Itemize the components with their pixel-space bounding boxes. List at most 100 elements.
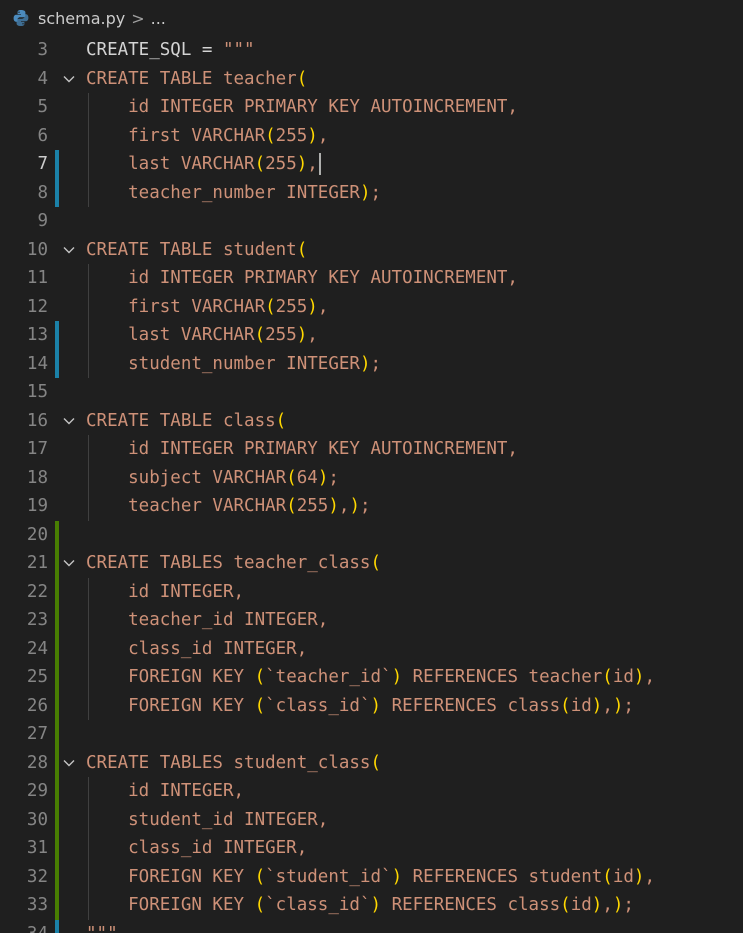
line-code: subject VARCHAR(64);	[86, 467, 339, 488]
line-code: FOREIGN KEY (`student_id`) REFERENCES st…	[86, 866, 656, 887]
breadcrumb-separator: >	[131, 8, 145, 28]
line-code: CREATE TABLES student_class(	[86, 752, 382, 773]
line-number: 24	[26, 638, 48, 659]
breadcrumb-file[interactable]: schema.py	[38, 9, 125, 28]
code-line[interactable]: 34 """	[0, 919, 743, 933]
added-line-marker[interactable]	[55, 634, 59, 663]
code-line[interactable]: 25 FOREIGN KEY (`teacher_id`) REFERENCES…	[0, 663, 743, 692]
line-number: 29	[26, 781, 48, 801]
code-line[interactable]: 20	[0, 520, 743, 549]
code-line[interactable]: 5 id INTEGER PRIMARY KEY AUTOINCREMENT,	[0, 93, 743, 122]
line-code: teacher_number INTEGER);	[86, 182, 382, 203]
line-number: 19	[26, 496, 48, 516]
line-number: 12	[26, 296, 48, 317]
line-code: id INTEGER,	[86, 581, 245, 602]
code-line[interactable]: 29 id INTEGER,	[0, 777, 743, 806]
code-line[interactable]: 3 CREATE_SQL = """	[0, 36, 743, 65]
code-line[interactable]: 9	[0, 207, 743, 236]
chevron-down-icon[interactable]	[61, 549, 77, 578]
code-line[interactable]: 17 id INTEGER PRIMARY KEY AUTOINCREMENT,	[0, 435, 743, 464]
added-line-marker[interactable]	[55, 691, 59, 720]
line-number: 16	[26, 410, 48, 431]
added-line-marker[interactable]	[55, 834, 59, 863]
code-line[interactable]: 10 CREATE TABLE student(	[0, 236, 743, 265]
line-code: FOREIGN KEY (`class_id`) REFERENCES clas…	[86, 695, 634, 716]
line-number: 33	[26, 895, 48, 915]
line-code: class_id INTEGER,	[86, 838, 308, 858]
code-line[interactable]: 23 teacher_id INTEGER,	[0, 606, 743, 635]
code-line[interactable]: 33 FOREIGN KEY (`class_id`) REFERENCES c…	[0, 891, 743, 920]
code-line[interactable]: 16 CREATE TABLE class(	[0, 407, 743, 436]
code-line[interactable]: 13 last VARCHAR(255),	[0, 321, 743, 350]
line-code: CREATE TABLE student(	[86, 239, 308, 260]
code-line[interactable]: 32 FOREIGN KEY (`student_id`) REFERENCES…	[0, 862, 743, 891]
code-line[interactable]: 8 teacher_number INTEGER);	[0, 178, 743, 207]
line-number: 21	[26, 553, 48, 573]
line-code: first VARCHAR(255),	[86, 296, 329, 317]
code-line[interactable]: 4 CREATE TABLE teacher(	[0, 65, 743, 94]
line-number: 26	[26, 695, 48, 716]
chevron-down-icon[interactable]	[61, 749, 77, 778]
modified-line-marker[interactable]	[55, 178, 59, 207]
line-code: id INTEGER PRIMARY KEY AUTOINCREMENT,	[86, 97, 518, 117]
added-line-marker[interactable]	[55, 805, 59, 834]
line-code: CREATE TABLE class(	[86, 410, 287, 431]
line-code: last VARCHAR(255),	[86, 150, 321, 179]
line-code: CREATE TABLE teacher(	[86, 68, 308, 89]
line-code: student_id INTEGER,	[86, 809, 329, 830]
modified-line-marker[interactable]	[55, 919, 59, 933]
added-line-marker[interactable]	[55, 663, 59, 692]
code-line[interactable]: 12 first VARCHAR(255),	[0, 292, 743, 321]
added-line-marker[interactable]	[55, 606, 59, 635]
code-line[interactable]: 28 CREATE TABLES student_class(	[0, 748, 743, 778]
code-line[interactable]: 11 id INTEGER PRIMARY KEY AUTOINCREMENT,	[0, 264, 743, 293]
added-line-marker[interactable]	[55, 748, 59, 777]
code-line[interactable]: 26 FOREIGN KEY (`class_id`) REFERENCES c…	[0, 691, 743, 720]
added-line-marker[interactable]	[55, 549, 59, 578]
line-number: 11	[26, 268, 48, 288]
line-number: 32	[26, 866, 48, 887]
added-line-marker[interactable]	[55, 777, 59, 806]
code-line[interactable]: 18 subject VARCHAR(64);	[0, 463, 743, 492]
chevron-down-icon[interactable]	[61, 65, 77, 94]
line-number: 7	[37, 154, 48, 174]
line-number: 17	[26, 439, 48, 459]
breadcrumb-more[interactable]: ...	[151, 9, 166, 28]
line-code: first VARCHAR(255),	[86, 125, 329, 146]
code-line[interactable]: 15	[0, 378, 743, 407]
code-line[interactable]: 6 first VARCHAR(255),	[0, 121, 743, 150]
modified-line-marker[interactable]	[55, 150, 59, 179]
code-line[interactable]: 19 teacher VARCHAR(255),);	[0, 492, 743, 521]
code-line[interactable]: 27	[0, 720, 743, 749]
breadcrumb: schema.py > ...	[0, 0, 743, 36]
chevron-down-icon[interactable]	[61, 236, 77, 265]
line-number: 27	[26, 724, 48, 744]
added-line-marker[interactable]	[55, 577, 59, 606]
line-code: """	[86, 920, 118, 933]
line-code: FOREIGN KEY (`teacher_id`) REFERENCES te…	[86, 667, 656, 687]
added-line-marker[interactable]	[55, 720, 59, 749]
code-line[interactable]: 21 CREATE TABLES teacher_class(	[0, 549, 743, 578]
line-number: 4	[37, 68, 48, 89]
code-line[interactable]: 22 id INTEGER,	[0, 577, 743, 606]
code-line[interactable]: 24 class_id INTEGER,	[0, 634, 743, 663]
added-line-marker[interactable]	[55, 891, 59, 920]
code-line[interactable]: 14 student_number INTEGER);	[0, 349, 743, 378]
line-number: 20	[26, 524, 48, 545]
line-code: FOREIGN KEY (`class_id`) REFERENCES clas…	[86, 895, 634, 915]
added-line-marker[interactable]	[55, 520, 59, 549]
code-line[interactable]: 30 student_id INTEGER,	[0, 805, 743, 834]
line-code: last VARCHAR(255),	[86, 325, 318, 345]
line-code: id INTEGER PRIMARY KEY AUTOINCREMENT,	[86, 439, 518, 459]
modified-line-marker[interactable]	[55, 349, 59, 378]
line-code: student_number INTEGER);	[86, 353, 382, 374]
code-editor[interactable]: 3 CREATE_SQL = """ 4 CREATE TABLE teacher( 5…	[0, 36, 743, 933]
code-line[interactable]: 31 class_id INTEGER,	[0, 834, 743, 863]
line-code: CREATE TABLES teacher_class(	[86, 553, 382, 573]
line-number: 14	[26, 353, 48, 374]
code-line[interactable]: 7 last VARCHAR(255),	[0, 150, 743, 179]
modified-line-marker[interactable]	[55, 321, 59, 350]
chevron-down-icon[interactable]	[61, 407, 77, 436]
line-code: id INTEGER PRIMARY KEY AUTOINCREMENT,	[86, 268, 518, 288]
added-line-marker[interactable]	[55, 862, 59, 891]
